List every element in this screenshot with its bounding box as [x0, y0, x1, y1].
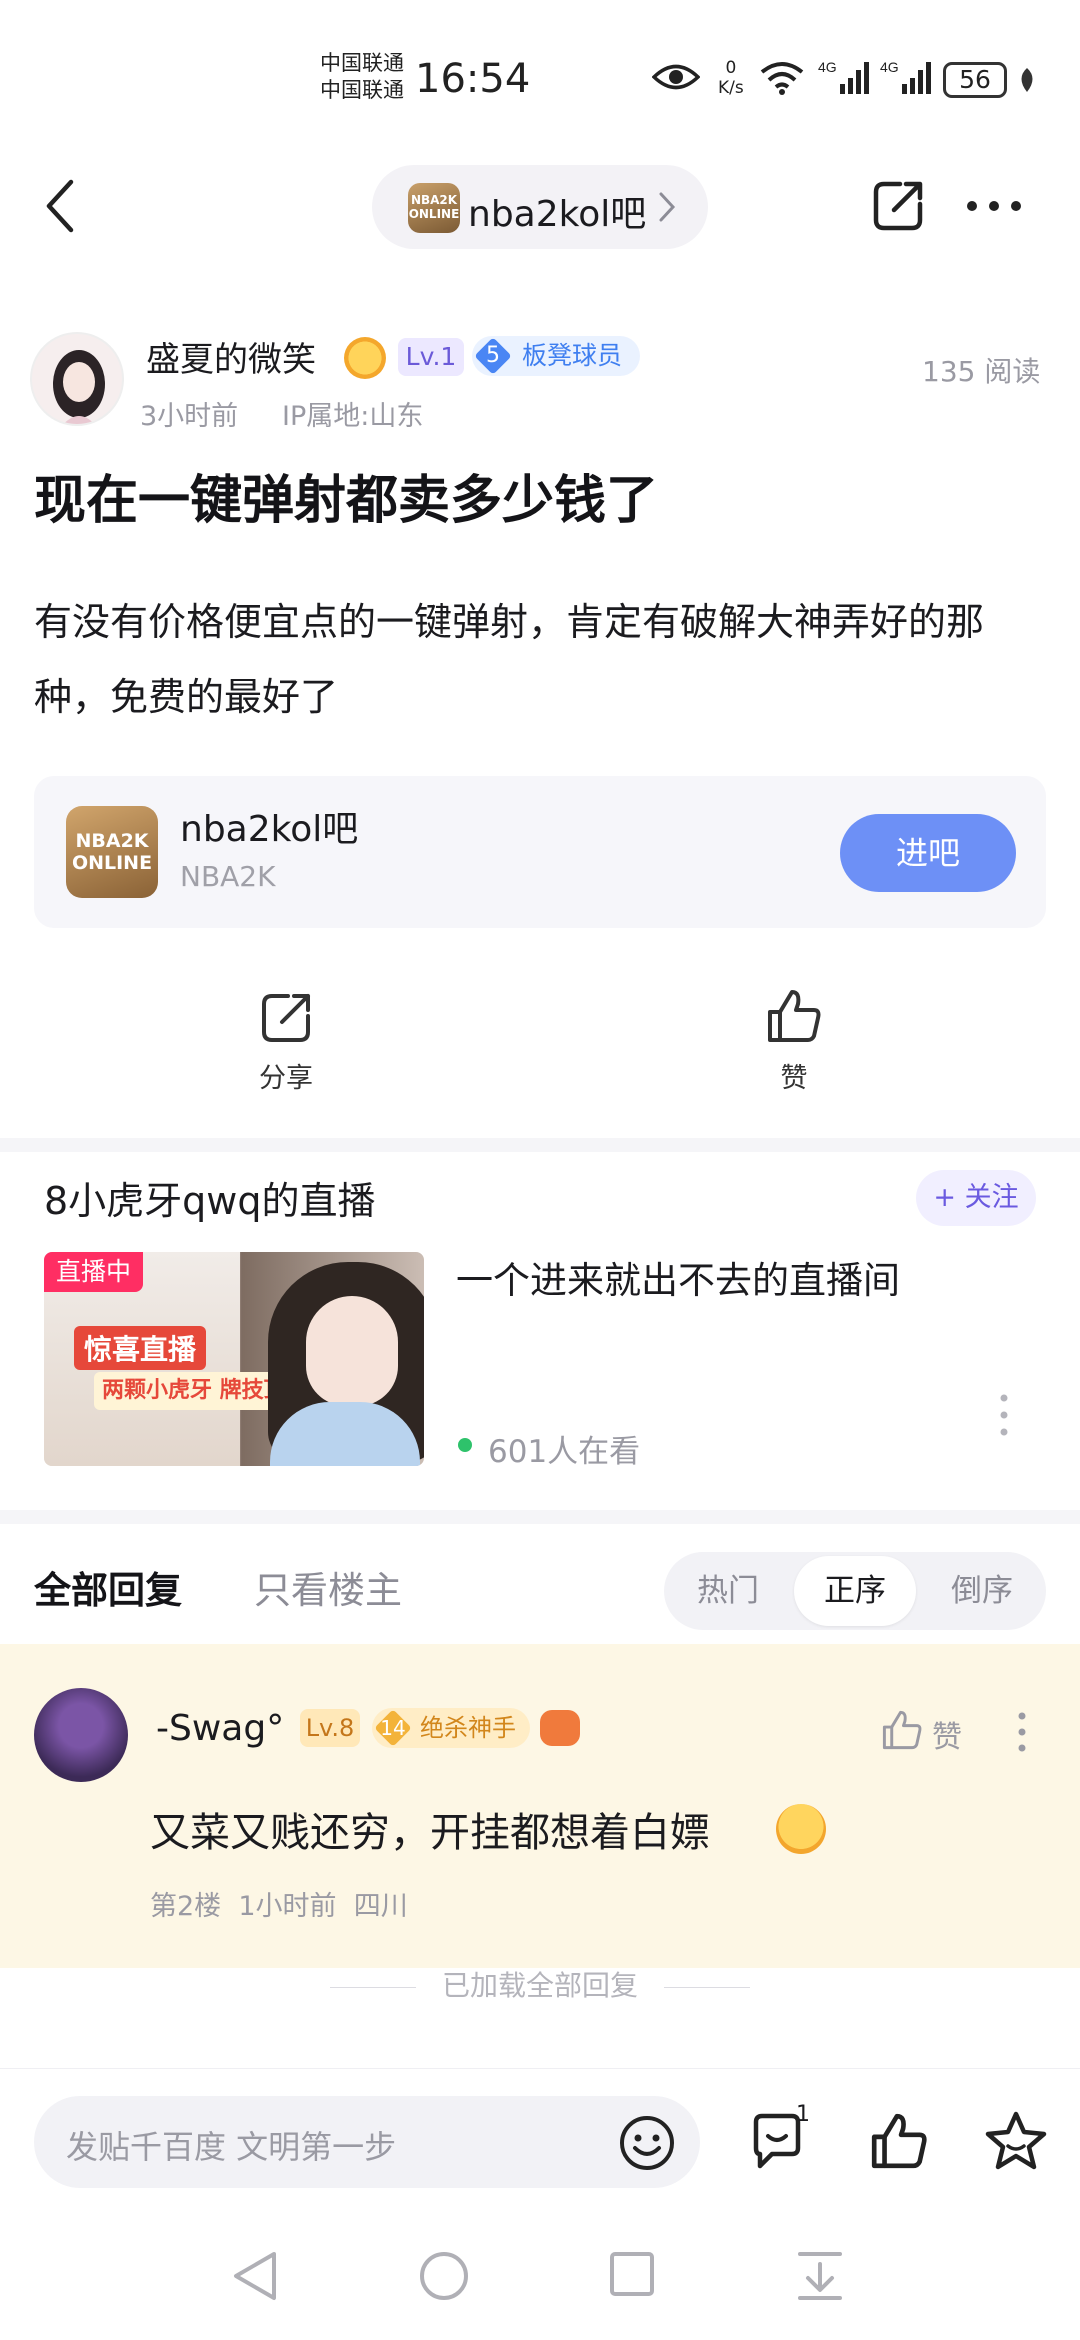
forum-name: nba2kol吧	[468, 194, 647, 235]
forum-pill[interactable]: NBA2K ONLINE nba2kol吧	[372, 165, 708, 249]
divider-line-right	[664, 1986, 750, 1988]
loaded-all-text: 已加载全部回复	[441, 1969, 638, 2002]
hug-emoji-icon	[776, 1804, 826, 1854]
live-status-dot	[458, 1438, 472, 1452]
reply-rank-number: 14	[380, 1716, 406, 1740]
reply-meta: 第2楼 1小时前 四川	[150, 1884, 408, 1923]
status-bar: 中国联通 中国联通 16:54 0 K/s 4G 4G 56	[0, 0, 1080, 150]
post-title: 现在一键弹射都卖多少钱了	[34, 471, 659, 531]
follow-button[interactable]: + 关注	[916, 1170, 1036, 1226]
carrier-labels: 中国联通 中国联通	[320, 50, 404, 104]
svg-text:4G: 4G	[880, 59, 899, 75]
reply-rank-title: 绝杀神手	[420, 1714, 516, 1742]
streamer-face	[306, 1296, 398, 1406]
signal-icon: 4G	[818, 58, 870, 102]
signal-icon-2: 4G	[880, 58, 932, 102]
thumbs-up-icon	[764, 990, 824, 1050]
svg-text:4G: 4G	[818, 59, 837, 75]
sun-emoji-icon	[344, 337, 386, 379]
reply-rank-badge: 14 绝杀神手	[372, 1708, 530, 1748]
carrier-1: 中国联通	[320, 51, 404, 75]
share-label: 分享	[259, 1063, 313, 1094]
live-tag: 直播中	[44, 1252, 144, 1292]
comment-input[interactable]: 发贴千百度 文明第一步	[34, 2096, 700, 2188]
live-more-icon[interactable]	[1000, 1394, 1008, 1440]
more-icon[interactable]	[964, 198, 1024, 217]
post-time: 3小时前	[140, 401, 239, 432]
chevron-right-icon	[658, 191, 676, 227]
post-ip: IP属地:山东	[282, 401, 424, 432]
gamepad-badge-icon	[540, 1710, 580, 1746]
rank-badge: 5 板凳球员	[472, 336, 641, 376]
rank-title: 板凳球员	[522, 341, 623, 370]
star-icon[interactable]	[984, 2110, 1048, 2176]
share-icon[interactable]	[870, 178, 926, 238]
net-speed: 0 K/s	[718, 58, 744, 98]
reply-like-label[interactable]: 赞	[932, 1712, 962, 1756]
net-speed-unit: K/s	[718, 78, 744, 98]
live-description[interactable]: 一个进来就出不去的直播间	[456, 1250, 900, 1304]
reply-more-icon[interactable]	[1018, 1712, 1026, 1756]
forum-card-subtitle: NBA2K	[180, 860, 276, 893]
like-action[interactable]: 赞	[724, 986, 864, 1095]
share-action[interactable]: 分享	[216, 990, 356, 1095]
share-action-icon	[258, 994, 314, 1050]
reply-like-icon[interactable]	[880, 1708, 924, 1756]
sort-switch: 热门 正序 倒序	[664, 1552, 1046, 1630]
system-nav-bar	[0, 2208, 1080, 2340]
enter-forum-button[interactable]: 进吧	[840, 814, 1016, 892]
nav-back-icon[interactable]	[232, 2250, 278, 2306]
forum-card[interactable]: NBA2K ONLINE nba2kol吧 NBA2K 进吧	[34, 776, 1046, 928]
live-viewers: 601人在看	[488, 1434, 641, 1470]
reply-location: 四川	[353, 1891, 408, 1922]
leaf-icon	[1016, 66, 1038, 98]
forum-card-name: nba2kol吧	[180, 809, 359, 850]
divider-line-left	[329, 1986, 416, 1988]
reply-floor: 第2楼	[150, 1891, 222, 1922]
forum-logo: NBA2K ONLINE	[408, 183, 460, 233]
live-promo-main: 惊喜直播	[74, 1326, 207, 1370]
reply-time: 1小时前	[238, 1891, 337, 1922]
emoji-icon[interactable]	[618, 2114, 676, 2176]
loaded-all-notice: 已加载全部回复	[0, 1968, 1080, 2004]
rank-number: 5	[486, 343, 500, 368]
nav-recent-icon[interactable]	[608, 2250, 656, 2302]
forum-card-logo: NBA2K ONLINE	[66, 806, 158, 898]
section-divider-2	[0, 1510, 1080, 1524]
reply-avatar[interactable]	[34, 1688, 128, 1782]
like-label: 赞	[780, 1063, 808, 1094]
tab-owner-only[interactable]: 只看楼主	[254, 1560, 402, 1614]
section-divider	[0, 1138, 1080, 1152]
author-name[interactable]: 盛夏的微笑	[146, 332, 316, 381]
eye-icon	[651, 62, 701, 96]
carrier-2: 中国联通	[320, 78, 404, 102]
input-placeholder: 发贴千百度 文明第一步	[66, 2128, 397, 2166]
tab-all-replies[interactable]: 全部回复	[34, 1560, 182, 1614]
nav-home-icon[interactable]	[418, 2250, 470, 2306]
reply-level-badge: Lv.8	[300, 1709, 360, 1747]
sort-hot[interactable]: 热门	[668, 1552, 788, 1630]
read-count: 135 阅读	[922, 355, 1041, 388]
post-body: 有没有价格便宜点的一键弹射，肯定有破解大神弄好的那种，免费的最好了	[34, 600, 985, 719]
battery-icon: 56	[943, 62, 1007, 98]
wifi-icon	[760, 60, 804, 100]
net-speed-value: 0	[725, 58, 737, 78]
nav-menu-icon[interactable]	[796, 2250, 844, 2306]
level-badge: Lv.1	[398, 338, 464, 376]
like-icon[interactable]	[868, 2110, 930, 2176]
reply-user[interactable]: -Swag°	[156, 1708, 284, 1749]
live-title[interactable]: 8小虎牙qwq的直播	[44, 1170, 376, 1225]
forum-card-logo-text: NBA2K ONLINE	[71, 830, 153, 874]
comment-count: 1	[796, 2102, 810, 2127]
forum-logo-text: NBA2K ONLINE	[408, 193, 460, 221]
sort-asc[interactable]: 正序	[794, 1556, 916, 1626]
sort-desc[interactable]: 倒序	[922, 1552, 1042, 1630]
reply-text: 又菜又贱还穷，开挂都想着白嫖	[150, 1810, 710, 1856]
status-time: 16:54	[415, 56, 531, 102]
author-avatar[interactable]	[30, 332, 124, 426]
back-icon[interactable]	[45, 178, 75, 238]
